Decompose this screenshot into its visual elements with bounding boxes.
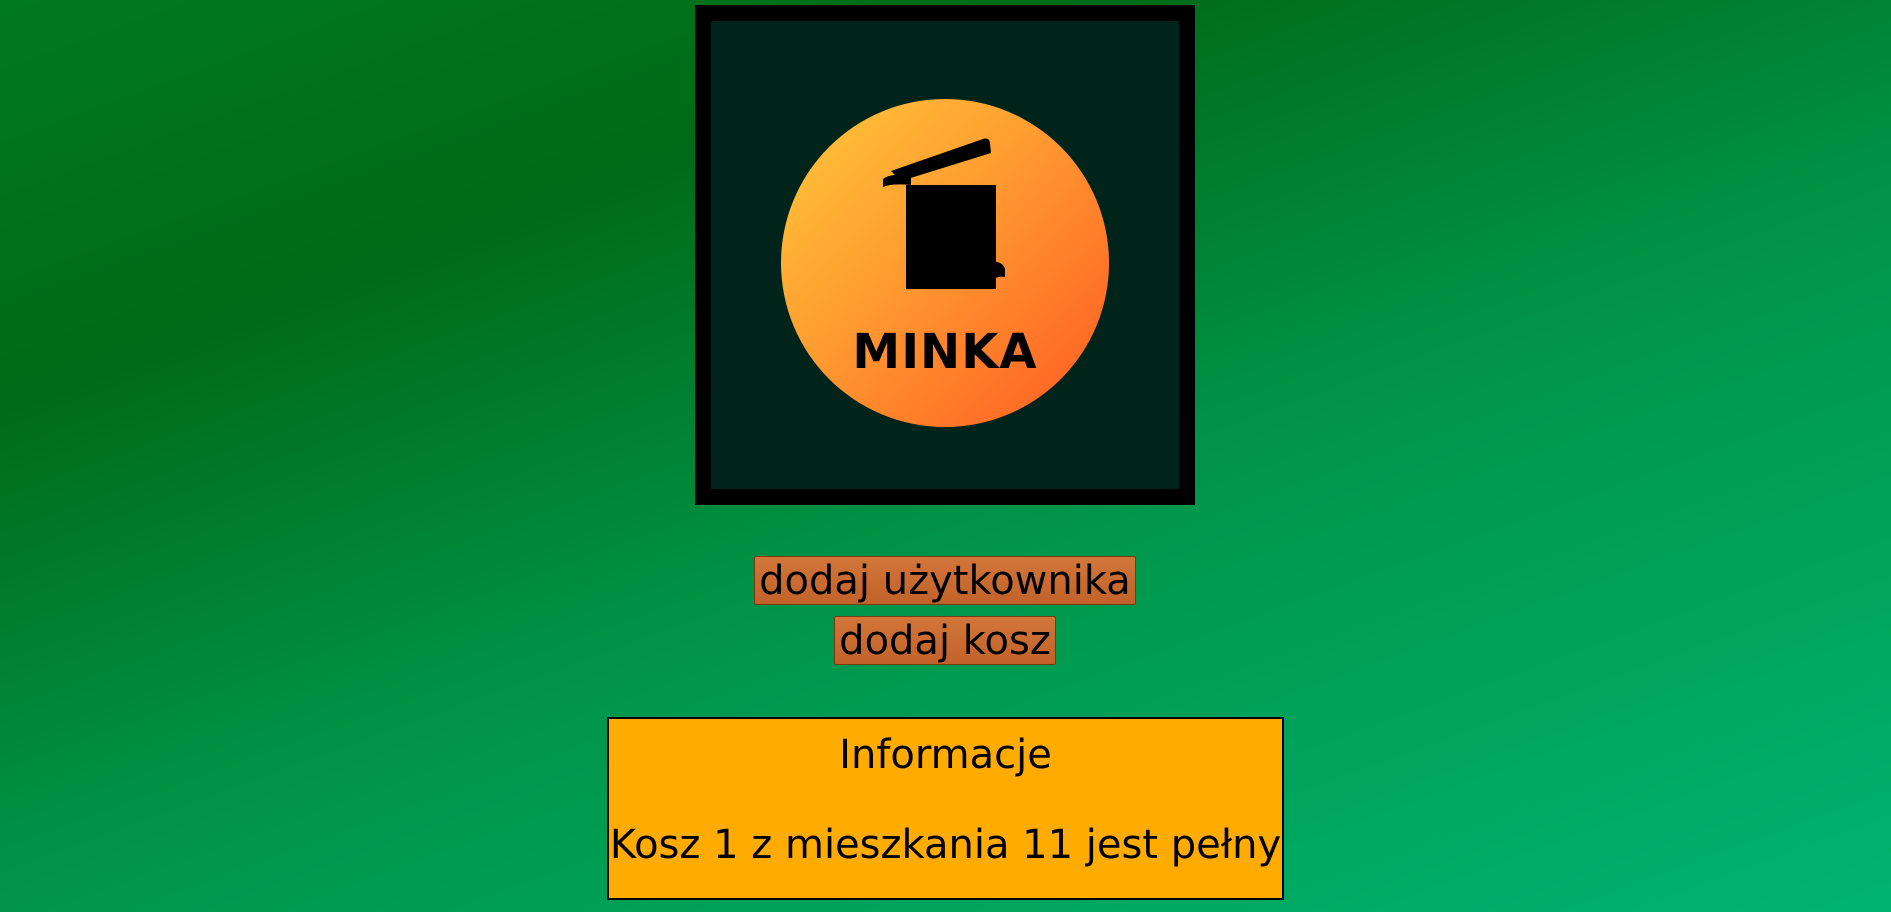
logo-text: MINKA [852, 324, 1038, 380]
add-user-button[interactable]: dodaj użytkownika [754, 556, 1136, 605]
add-bin-button[interactable]: dodaj kosz [834, 616, 1056, 665]
info-title: Informacje [839, 732, 1052, 778]
logo-circle: MINKA [781, 99, 1109, 427]
info-panel: Informacje Kosz 1 z mieszkania 11 jest p… [607, 717, 1284, 900]
logo-frame: MINKA [695, 5, 1195, 505]
info-message: Kosz 1 z mieszkania 11 jest pełny [609, 822, 1282, 868]
trash-bin-icon [883, 138, 1005, 289]
